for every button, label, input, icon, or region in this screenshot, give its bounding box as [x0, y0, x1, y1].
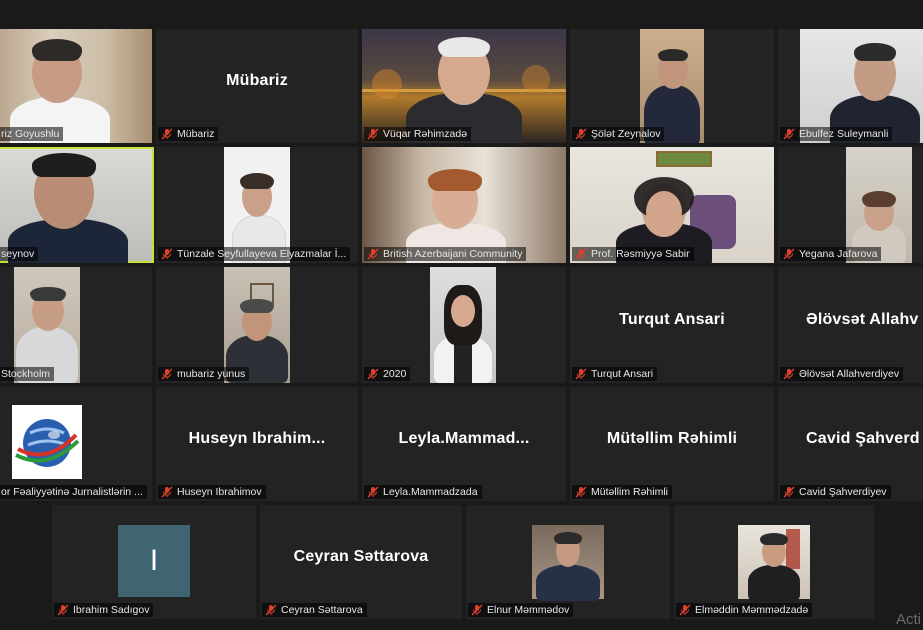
participant-initial-avatar: I: [118, 525, 190, 597]
participant-name-label: Tünzale Seyfullayeva Elyazmalar İ...: [158, 247, 351, 261]
mic-muted-icon: [265, 604, 277, 616]
participant-tile[interactable]: Ebulfez Suleymanli: [778, 29, 923, 143]
participant-tile[interactable]: Elməddin Məmmədzadə: [674, 505, 874, 619]
participant-name-label: Ebulfez Suleymanli: [780, 127, 893, 141]
participant-tile[interactable]: Mübariz Mübariz: [156, 29, 358, 143]
mic-muted-icon: [575, 368, 587, 380]
mic-muted-icon: [783, 486, 795, 498]
participant-display-name: Cavid Şahverd: [806, 430, 920, 448]
mic-muted-icon: [367, 248, 379, 260]
participant-name-label: seynov: [0, 247, 39, 261]
mic-muted-icon: [161, 128, 173, 140]
participant-name-label: Mübariz: [158, 127, 219, 141]
mic-muted-icon: [783, 128, 795, 140]
participant-display-name: Əlövsət Allahv: [806, 311, 919, 329]
participant-name-label: Ibrahim Sadıgov: [54, 603, 154, 617]
mic-muted-icon: [783, 368, 795, 380]
participant-video: [0, 29, 152, 143]
participant-tile[interactable]: Əlövsət Allahv Əlövsət Allahverdiyev: [778, 267, 923, 383]
participant-tile[interactable]: Elnur Məmmədov: [466, 505, 670, 619]
participant-display-name: Huseyn Ibrahim...: [188, 430, 326, 448]
participant-name-label: Cavid Şahverdiyev: [780, 485, 891, 499]
participant-name-label: Mütəllim Rəhimli: [572, 485, 673, 499]
participant-name-label: Şölət Zeynalov: [572, 127, 665, 141]
participant-name-label: or Fəaliyyətinə Jurnalistlərin ...: [0, 485, 147, 499]
participant-video: [570, 147, 774, 263]
participant-name-label: Turqut Ansari: [572, 367, 658, 381]
mic-muted-icon: [575, 248, 587, 260]
participant-name-label: Vüqar Rəhimzadə: [364, 127, 472, 141]
participant-tile[interactable]: Stockholm: [0, 267, 152, 383]
participant-tile[interactable]: riz Goyushlu: [0, 29, 152, 143]
participant-tile[interactable]: mubariz yunus: [156, 267, 358, 383]
mic-muted-icon: [161, 368, 173, 380]
participant-video: [800, 29, 923, 143]
participant-name-label: Leyla.Mammadzada: [364, 485, 482, 499]
participant-name-label: 2020: [364, 367, 411, 381]
participant-video: [846, 147, 912, 263]
participant-display-name: Ceyran Səttarova: [293, 548, 429, 566]
participant-video: [640, 29, 704, 143]
participant-tile[interactable]: 2020: [362, 267, 566, 383]
participant-tile[interactable]: Prof. Rəsmiyyə Sabir: [570, 147, 774, 263]
mic-muted-icon: [161, 486, 173, 498]
participant-display-name: Mütəllim Rəhimli: [606, 430, 738, 448]
mic-muted-icon: [679, 604, 691, 616]
participant-name-label: Stockholm: [0, 367, 55, 381]
participant-video: [532, 525, 604, 601]
participant-tile[interactable]: Leyla.Mammad... Leyla.Mammadzada: [362, 387, 566, 501]
participant-name-label: riz Goyushlu: [0, 127, 64, 141]
mic-muted-icon: [575, 128, 587, 140]
participant-display-name: Leyla.Mammad...: [398, 430, 530, 448]
participant-video: [224, 267, 290, 383]
participant-tile[interactable]: Yegana Jafarova: [778, 147, 923, 263]
participant-tile[interactable]: or Fəaliyyətinə Jurnalistlərin ...: [0, 387, 152, 501]
participant-name-label: Huseyn Ibrahimov: [158, 485, 266, 499]
participant-video: [12, 405, 82, 479]
activation-watermark: Acti: [895, 611, 921, 628]
participant-name-label: Əlövsət Allahverdiyev: [780, 367, 904, 381]
participant-video: [430, 267, 496, 383]
participant-name-label: mubariz yunus: [158, 367, 250, 381]
participant-tile[interactable]: Ceyran Səttarova Ceyran Səttarova: [260, 505, 462, 619]
participant-video: [362, 29, 566, 143]
participant-tile[interactable]: Şölət Zeynalov: [570, 29, 774, 143]
mic-muted-icon: [471, 604, 483, 616]
participant-video: [738, 525, 810, 601]
participant-display-name: Turqut Ansari: [619, 311, 725, 329]
participant-tile[interactable]: British Azerbaijani Community: [362, 147, 566, 263]
participant-name-label: Elnur Məmmədov: [468, 603, 574, 617]
participant-name-label: Ceyran Səttarova: [262, 603, 367, 617]
mic-muted-icon: [57, 604, 69, 616]
participant-name-label: British Azerbaijani Community: [364, 247, 527, 261]
mic-muted-icon: [161, 248, 173, 260]
participant-video: [362, 147, 566, 263]
mic-muted-icon: [367, 368, 379, 380]
participant-tile[interactable]: Mütəllim Rəhimli Mütəllim Rəhimli: [570, 387, 774, 501]
participant-tile[interactable]: Tünzale Seyfullayeva Elyazmalar İ...: [156, 147, 358, 263]
participant-tile[interactable]: Vüqar Rəhimzadə: [362, 29, 566, 143]
participant-tile[interactable]: I Ibrahim Sadıgov: [52, 505, 256, 619]
participant-video: [14, 267, 80, 383]
participant-tile[interactable]: Turqut Ansari Turqut Ansari: [570, 267, 774, 383]
mic-muted-icon: [575, 486, 587, 498]
participant-name-label: Elməddin Məmmədzadə: [676, 603, 813, 617]
mic-muted-icon: [367, 486, 379, 498]
globe-logo: [15, 419, 80, 467]
participant-video: [0, 149, 152, 263]
participant-tile[interactable]: Cavid Şahverd Cavid Şahverdiyev: [778, 387, 923, 501]
participant-name-label: Prof. Rəsmiyyə Sabir: [572, 247, 694, 261]
participant-name-label: Yegana Jafarova: [780, 247, 882, 261]
mic-muted-icon: [367, 128, 379, 140]
participant-display-name: Mübariz: [226, 72, 288, 90]
mic-muted-icon: [783, 248, 795, 260]
participant-tile-active-speaker[interactable]: seynov: [0, 147, 154, 263]
participant-video: [224, 147, 290, 263]
participant-tile[interactable]: Huseyn Ibrahim... Huseyn Ibrahimov: [156, 387, 358, 501]
